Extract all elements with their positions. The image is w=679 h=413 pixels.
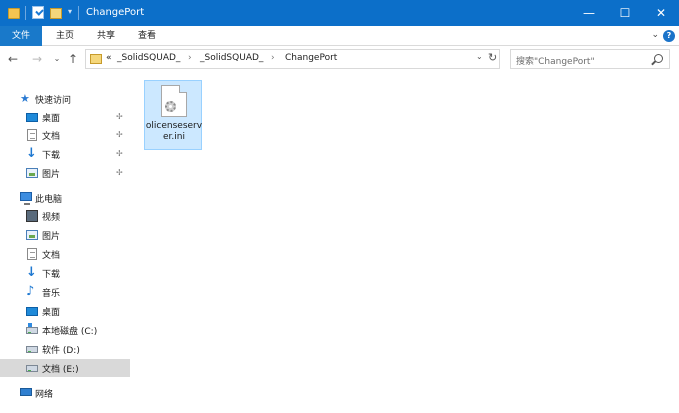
nav-label: 此电脑 xyxy=(35,195,63,205)
forward-button[interactable]: → xyxy=(30,52,44,66)
quick-access-dropdown-icon[interactable]: ▾ xyxy=(66,7,74,23)
minimize-button[interactable]: — xyxy=(571,0,607,26)
drive-icon xyxy=(26,323,38,334)
download-icon: ↓ xyxy=(26,265,37,280)
picture-icon xyxy=(26,230,38,240)
nav-label: 软件 (D:) xyxy=(42,346,80,356)
computer-icon xyxy=(20,192,32,205)
folder-icon xyxy=(8,8,20,19)
pin-icon[interactable]: ✢ xyxy=(116,112,124,122)
nav-quick-documents[interactable]: 文档 ✢ xyxy=(0,126,130,144)
nav-label: 文档 (E:) xyxy=(42,365,79,375)
gear-icon xyxy=(165,101,176,112)
tab-file[interactable]: 文件 xyxy=(0,26,42,46)
desktop-icon xyxy=(26,113,38,122)
new-folder-icon[interactable] xyxy=(50,8,62,19)
maximize-button[interactable]: ☐ xyxy=(607,0,643,26)
file-name: olicenseserver.ini xyxy=(145,121,203,142)
back-button[interactable]: ← xyxy=(6,52,20,66)
config-file-icon xyxy=(161,85,187,117)
drive-icon xyxy=(26,346,38,353)
tab-view[interactable]: 查看 xyxy=(134,26,160,46)
network-icon xyxy=(20,388,32,396)
nav-label: 音乐 xyxy=(42,289,61,299)
nav-label: 下载 xyxy=(42,151,61,161)
nav-label: 文档 xyxy=(42,251,61,261)
nav-pc-videos[interactable]: 视频 xyxy=(0,207,130,225)
nav-drive-d[interactable]: 软件 (D:) xyxy=(0,340,130,358)
title-bar: ▾ ChangePort — ☐ ✕ xyxy=(0,0,679,26)
nav-pc-downloads[interactable]: ↓ 下载 xyxy=(0,264,130,282)
help-icon[interactable]: ? xyxy=(663,30,675,42)
pin-icon[interactable]: ✢ xyxy=(116,130,124,140)
nav-label: 图片 xyxy=(42,232,61,242)
toolbar-divider xyxy=(25,6,26,20)
nav-label: 文档 xyxy=(42,132,61,142)
recent-locations-dropdown[interactable]: ⌄ xyxy=(50,52,64,66)
nav-drive-e[interactable]: 文档 (E:) xyxy=(0,359,130,377)
address-bar[interactable]: « _SolidSQUAD_ › _SolidSQUAD_ › ChangePo… xyxy=(85,49,500,69)
nav-label: 桌面 xyxy=(42,308,61,318)
address-history-dropdown[interactable]: ⌄ xyxy=(476,52,483,61)
breadcrumb-separator[interactable]: › xyxy=(188,53,192,63)
breadcrumb-item[interactable]: ChangePort xyxy=(285,53,337,63)
breadcrumb-overflow[interactable]: « xyxy=(106,53,112,63)
music-icon: ♪ xyxy=(26,284,35,299)
nav-label: 下载 xyxy=(42,270,61,280)
up-button[interactable]: ↑ xyxy=(66,52,80,66)
nav-drive-c[interactable]: 本地磁盘 (C:) xyxy=(0,321,130,339)
nav-this-pc[interactable]: 此电脑 xyxy=(0,189,130,207)
breadcrumb-separator[interactable]: › xyxy=(271,53,275,63)
nav-pc-desktop[interactable]: 桌面 xyxy=(0,302,130,320)
file-list-area[interactable]: olicenseserver.ini xyxy=(130,74,679,413)
pin-icon[interactable]: ✢ xyxy=(116,149,124,159)
address-row: ← → ⌄ ↑ « _SolidSQUAD_ › _SolidSQUAD_ › … xyxy=(0,46,679,74)
nav-pc-pictures[interactable]: 图片 xyxy=(0,226,130,244)
document-icon xyxy=(27,248,37,260)
tab-share[interactable]: 共享 xyxy=(93,26,119,46)
folder-icon xyxy=(90,54,102,64)
close-button[interactable]: ✕ xyxy=(643,0,679,26)
nav-label: 本地磁盘 (C:) xyxy=(42,327,98,337)
refresh-icon[interactable]: ↻ xyxy=(488,51,497,64)
nav-quick-pictures[interactable]: 图片 ✢ xyxy=(0,164,130,182)
nav-label: 桌面 xyxy=(42,114,61,124)
search-input[interactable]: 搜索"ChangePort" xyxy=(510,49,670,69)
breadcrumb-item[interactable]: _SolidSQUAD_ xyxy=(117,53,180,63)
chevron-down-icon[interactable]: ⌄ xyxy=(651,30,659,40)
nav-quick-downloads[interactable]: ↓ 下载 ✢ xyxy=(0,145,130,163)
nav-quick-desktop[interactable]: 桌面 ✢ xyxy=(0,108,130,126)
picture-icon xyxy=(26,168,38,178)
nav-quick-access[interactable]: ★ 快速访问 xyxy=(0,90,130,108)
video-icon xyxy=(26,210,38,222)
nav-label: 快速访问 xyxy=(35,96,72,106)
tab-home[interactable]: 主页 xyxy=(52,26,78,46)
navigation-pane: ★ 快速访问 桌面 ✢ 文档 ✢ ↓ 下载 ✢ 图片 ✢ 此电脑 视频 图片 文… xyxy=(0,74,130,413)
ribbon-tabs: 文件 主页 共享 查看 ⌄ ? xyxy=(0,26,679,46)
download-icon: ↓ xyxy=(26,146,37,161)
document-icon xyxy=(27,129,37,141)
nav-pc-music[interactable]: ♪ 音乐 xyxy=(0,283,130,301)
drive-icon xyxy=(26,365,38,372)
pin-icon[interactable]: ✢ xyxy=(116,168,124,178)
nav-pc-documents[interactable]: 文档 xyxy=(0,245,130,263)
window-title: ChangePort xyxy=(86,7,145,18)
nav-label: 视频 xyxy=(42,213,61,223)
star-icon: ★ xyxy=(20,92,30,105)
search-icon[interactable] xyxy=(654,54,663,63)
nav-label: 图片 xyxy=(42,170,61,180)
search-placeholder: 搜索"ChangePort" xyxy=(516,57,595,67)
properties-icon[interactable] xyxy=(32,6,44,19)
breadcrumb-item[interactable]: _SolidSQUAD_ xyxy=(200,53,263,63)
nav-label: 网络 xyxy=(35,390,54,400)
toolbar-divider xyxy=(78,6,79,20)
file-item[interactable]: olicenseserver.ini xyxy=(144,80,202,150)
desktop-icon xyxy=(26,307,38,316)
nav-network[interactable]: 网络 xyxy=(0,384,130,402)
